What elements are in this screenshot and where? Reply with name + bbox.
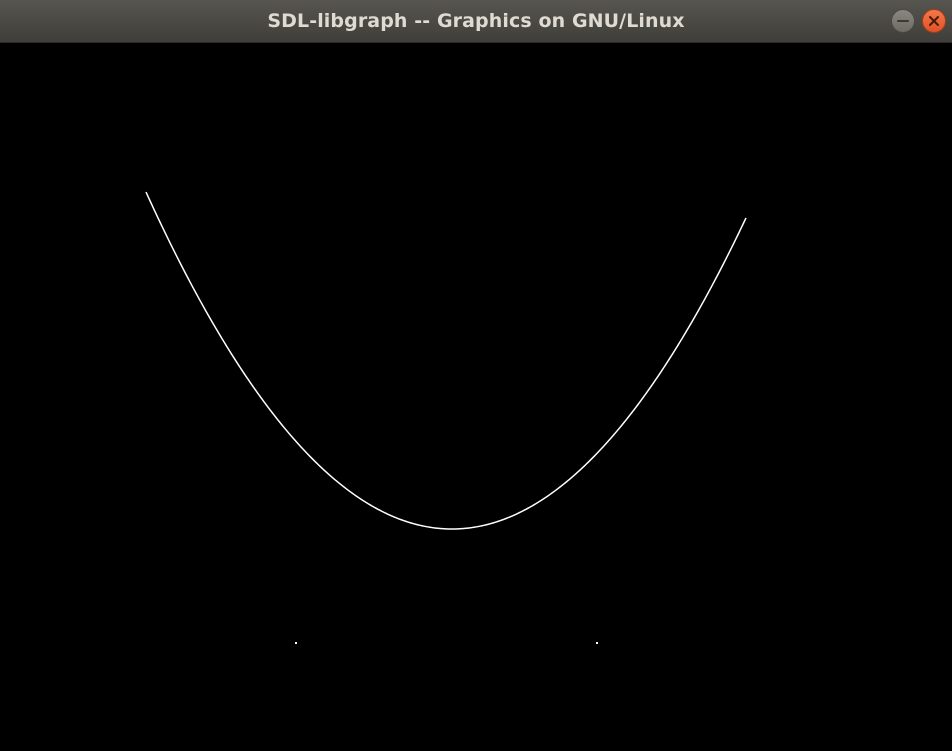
graphics-canvas[interactable] bbox=[0, 43, 952, 751]
pixel-dot-left bbox=[295, 642, 297, 644]
minimize-button[interactable] bbox=[891, 9, 915, 33]
title-bar[interactable]: SDL-libgraph -- Graphics on GNU/Linux bbox=[0, 0, 952, 43]
minimize-icon bbox=[897, 20, 909, 22]
pixel-dot-right bbox=[596, 642, 598, 644]
window-title: SDL-libgraph -- Graphics on GNU/Linux bbox=[267, 10, 685, 32]
drawing-surface bbox=[145, 191, 747, 644]
close-icon bbox=[929, 16, 939, 26]
close-button[interactable] bbox=[922, 9, 946, 33]
app-window: SDL-libgraph -- Graphics on GNU/Linux bbox=[0, 0, 952, 751]
parabola-curve bbox=[145, 191, 747, 530]
